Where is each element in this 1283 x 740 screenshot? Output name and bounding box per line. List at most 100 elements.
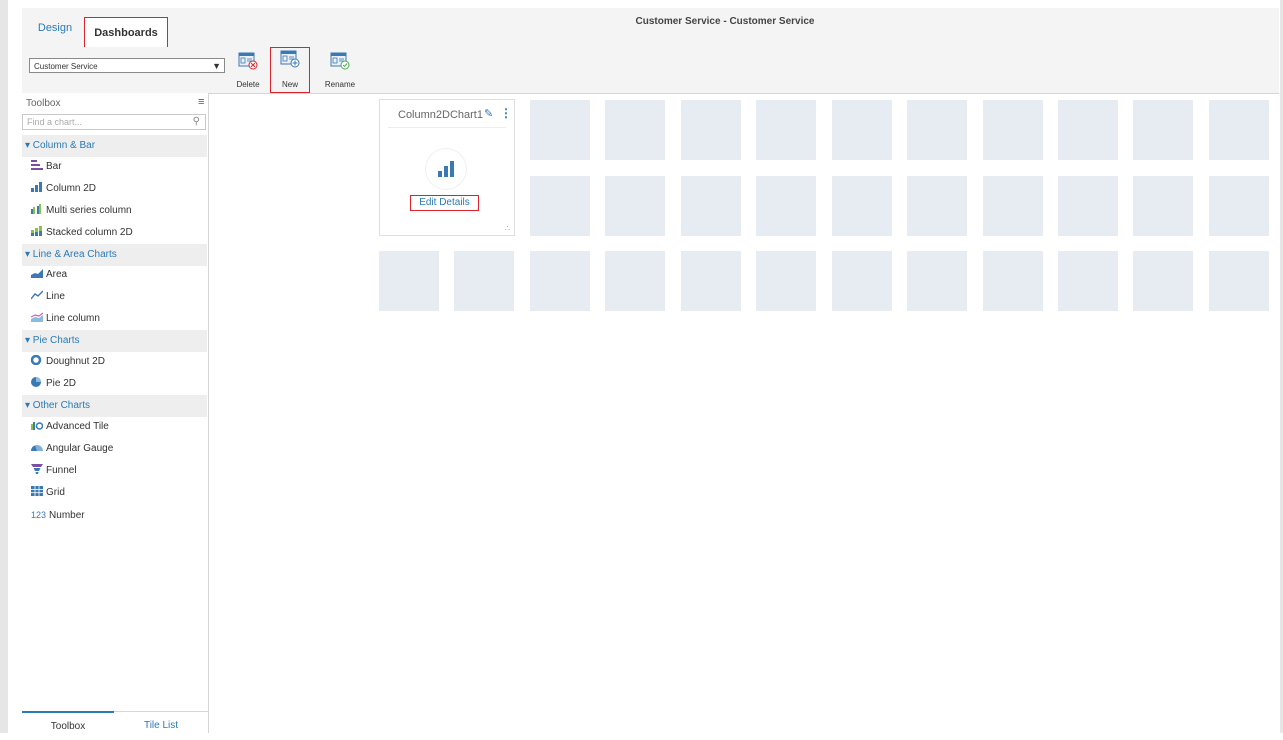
- tab-tile-list[interactable]: Tile List: [114, 712, 208, 734]
- stacked-column-icon: [31, 226, 42, 236]
- group-column-bar[interactable]: ▾ Column & Bar: [22, 135, 207, 157]
- empty-tile-slot[interactable]: [1058, 251, 1118, 311]
- empty-tile-slot[interactable]: [832, 176, 892, 236]
- empty-tile-slot[interactable]: [1209, 100, 1269, 160]
- empty-tile-slot[interactable]: [1058, 176, 1118, 236]
- group-line-area[interactable]: ▾ Line & Area Charts: [22, 244, 207, 266]
- group-pie[interactable]: ▾ Pie Charts: [22, 330, 207, 352]
- toolbox-item-line[interactable]: Line: [31, 287, 65, 307]
- new-label: New: [281, 80, 298, 89]
- empty-tile-slot[interactable]: [907, 251, 967, 311]
- toolbox-item-label: Funnel: [46, 465, 77, 476]
- toolbox-item-label: Angular Gauge: [46, 443, 114, 454]
- line-chart-icon: [31, 290, 43, 300]
- toolbox-item-label: Area: [46, 269, 68, 280]
- rename-label: Rename: [324, 80, 356, 89]
- toolbox-item-stacked-column-2d[interactable]: Stacked column 2D: [31, 223, 133, 243]
- sidebar-bottom-tabs: Toolbox Tile List: [22, 711, 208, 734]
- tab-dashboards[interactable]: Dashboards: [84, 17, 168, 50]
- grid-icon: [31, 486, 43, 496]
- toolbox-item-label: Grid: [46, 487, 65, 498]
- toolbox-item-label: Multi series column: [46, 205, 132, 216]
- toolbox-item-multi-series-column[interactable]: Multi series column: [31, 201, 132, 221]
- column-chart-icon: [438, 161, 454, 177]
- toolbox-item-label: Pie 2D: [46, 378, 77, 389]
- rename-dashboard-icon: [330, 52, 350, 70]
- toolbox-sidebar: Toolbox ≡ Find a chart... ⚲ ▾ Column & B…: [22, 93, 209, 733]
- edit-pencil-icon[interactable]: ✎: [484, 107, 493, 120]
- pie-chart-icon: [31, 377, 41, 387]
- empty-tile-slot[interactable]: [756, 100, 816, 160]
- toolbox-item-doughnut-2d[interactable]: Doughnut 2D: [31, 352, 105, 372]
- toolbox-header: Toolbox: [26, 98, 61, 109]
- empty-tile-slot[interactable]: [605, 176, 665, 236]
- empty-tile-slot[interactable]: [983, 176, 1043, 236]
- toolbox-item-grid[interactable]: Grid: [31, 483, 65, 503]
- tab-design[interactable]: Design: [32, 10, 78, 42]
- top-bar: [22, 8, 1279, 48]
- chart-tile-card[interactable]: Column2DChart1 ✎ ⋮ Edit Details ∴: [379, 99, 515, 236]
- toolbox-item-label: Number: [49, 510, 85, 521]
- dashboard-select[interactable]: Customer Service ▼: [29, 58, 225, 73]
- more-options-icon[interactable]: ⋮: [500, 106, 512, 120]
- empty-tile-slot[interactable]: [1133, 100, 1193, 160]
- toolbox-item-line-column[interactable]: Line column: [31, 309, 100, 329]
- empty-tile-slot[interactable]: [530, 176, 590, 236]
- toolbox-item-label: Bar: [46, 161, 62, 172]
- empty-tile-slot[interactable]: [756, 176, 816, 236]
- empty-tile-slot[interactable]: [1209, 176, 1269, 236]
- chevron-down-icon: ▼: [212, 61, 221, 71]
- toolbox-item-funnel[interactable]: Funnel: [31, 461, 77, 481]
- empty-tile-slot[interactable]: [832, 251, 892, 311]
- group-other[interactable]: ▾ Other Charts: [22, 395, 207, 417]
- line-column-icon: [31, 312, 43, 322]
- empty-tile-slot[interactable]: [605, 100, 665, 160]
- empty-tile-slot[interactable]: [1133, 251, 1193, 311]
- toolbox-item-angular-gauge[interactable]: Angular Gauge: [31, 439, 113, 459]
- gauge-icon: [31, 445, 43, 451]
- empty-tile-slot[interactable]: [1058, 100, 1118, 160]
- column-chart-icon: [31, 182, 42, 192]
- delete-dashboard-icon: [238, 52, 258, 70]
- edit-details-button[interactable]: Edit Details: [410, 195, 479, 211]
- toolbox-item-label: Column 2D: [46, 183, 97, 194]
- empty-tile-slot[interactable]: [1133, 176, 1193, 236]
- toolbox-item-area[interactable]: Area: [31, 265, 67, 285]
- empty-tile-slot[interactable]: [681, 100, 741, 160]
- empty-tile-slot[interactable]: [605, 251, 665, 311]
- chart-tile-title: Column2DChart1: [398, 109, 483, 121]
- empty-tile-slot[interactable]: [983, 100, 1043, 160]
- empty-tile-slot[interactable]: [832, 100, 892, 160]
- toolbox-item-bar[interactable]: Bar: [31, 157, 62, 177]
- rename-button[interactable]: Rename: [320, 50, 360, 92]
- chart-placeholder-circle: [426, 149, 466, 189]
- empty-tile-slot[interactable]: [907, 176, 967, 236]
- chart-search-input[interactable]: Find a chart... ⚲: [22, 114, 206, 130]
- delete-button[interactable]: Delete: [228, 50, 268, 92]
- new-button[interactable]: New: [270, 47, 310, 93]
- empty-tile-slot[interactable]: [530, 251, 590, 311]
- hamburger-menu-icon[interactable]: ≡: [198, 96, 204, 108]
- empty-tile-slot[interactable]: [379, 251, 439, 311]
- empty-tile-slot[interactable]: [1209, 251, 1269, 311]
- toolbox-item-label: Advanced Tile: [46, 421, 109, 432]
- toolbox-item-pie-2d[interactable]: Pie 2D: [31, 374, 76, 394]
- empty-tile-slot[interactable]: [681, 176, 741, 236]
- resize-handle-icon[interactable]: ∴: [505, 224, 510, 233]
- toolbox-item-number[interactable]: 123 Number: [31, 505, 85, 525]
- empty-tile-slot[interactable]: [454, 251, 514, 311]
- delete-label: Delete: [236, 80, 260, 89]
- empty-tile-slot[interactable]: [983, 251, 1043, 311]
- toolbox-item-advanced-tile[interactable]: Advanced Tile: [31, 417, 109, 437]
- tab-toolbox[interactable]: Toolbox: [22, 711, 114, 735]
- empty-tile-slot[interactable]: [530, 100, 590, 160]
- empty-tile-slot[interactable]: [756, 251, 816, 311]
- funnel-icon: [31, 464, 43, 474]
- doughnut-chart-icon: [31, 355, 42, 365]
- toolbox-item-label: Line column: [46, 313, 100, 324]
- dashboard-select-value: Customer Service: [34, 62, 98, 71]
- empty-tile-slot[interactable]: [907, 100, 967, 160]
- empty-tile-slot[interactable]: [681, 251, 741, 311]
- toolbox-item-column-2d[interactable]: Column 2D: [31, 179, 96, 199]
- toolbox-item-label: Stacked column 2D: [46, 227, 133, 238]
